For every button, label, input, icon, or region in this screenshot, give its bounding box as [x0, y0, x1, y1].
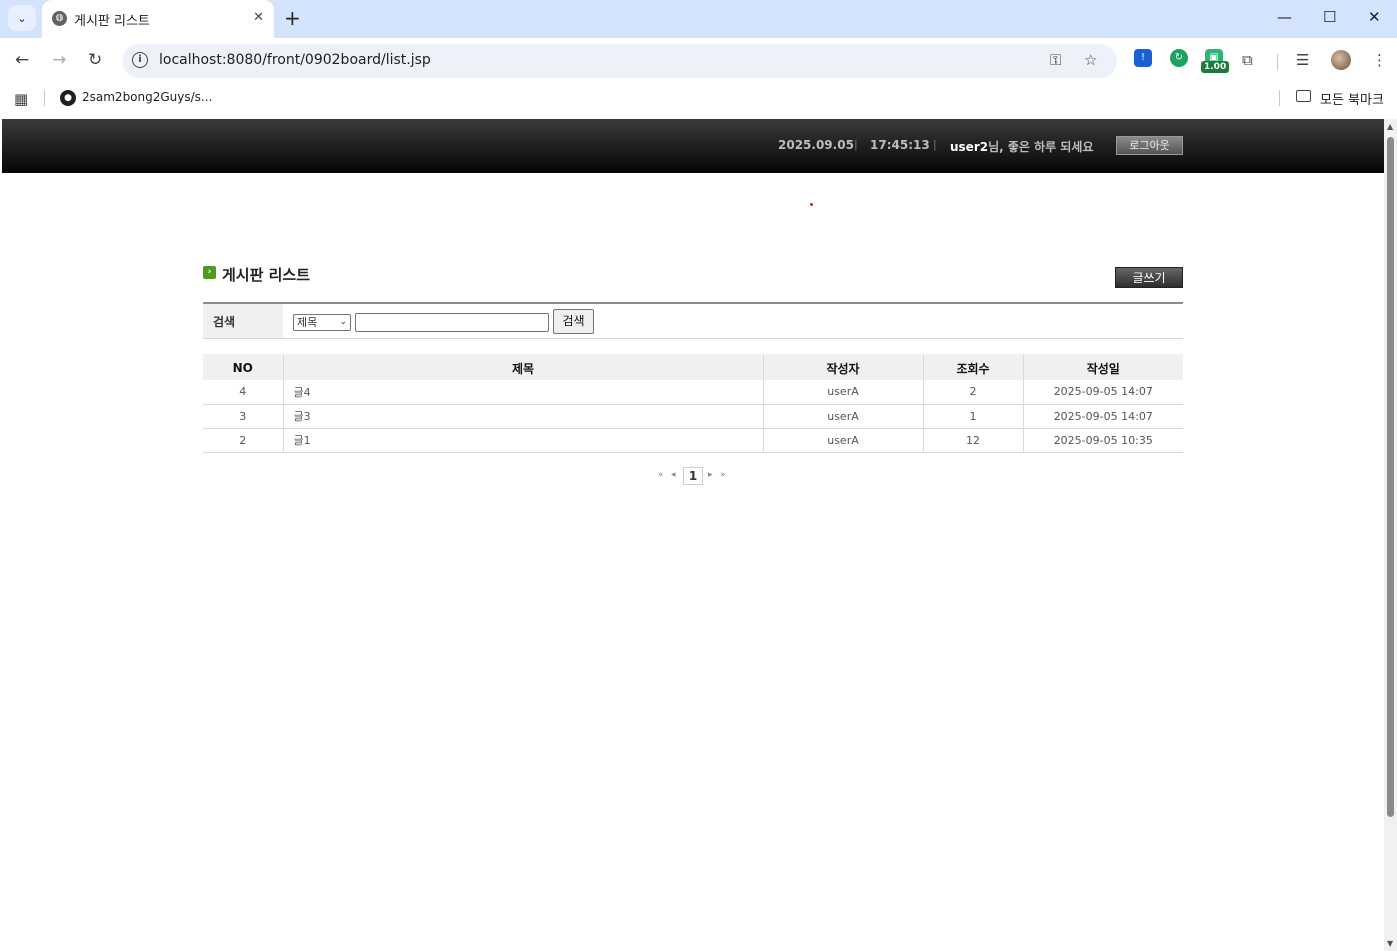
- tab-search-chevron-icon[interactable]: ⌄: [8, 5, 36, 31]
- row-title-link[interactable]: 글4: [282, 380, 763, 405]
- browser-tab-strip: ⌄ ◍ 게시판 리스트 ✕ + — ☐ ✕: [0, 0, 1397, 38]
- browser-tab-active[interactable]: ◍ 게시판 리스트 ✕: [42, 0, 274, 38]
- browser-toolbar: ← → ↻ i localhost:8080/front/0902board/l…: [0, 38, 1397, 84]
- row-no: 4: [203, 380, 283, 405]
- site-info-icon[interactable]: i: [132, 52, 148, 68]
- row-no: 3: [203, 404, 283, 429]
- search-input[interactable]: [355, 313, 549, 332]
- header-greeting-text: 님, 좋은 하루 되세요: [988, 140, 1094, 154]
- globe-icon: ◍: [52, 11, 67, 26]
- column-header-date: 작성일: [1022, 354, 1183, 380]
- bookmarks-divider: [44, 90, 45, 106]
- page-title: 게시판 리스트: [222, 266, 311, 284]
- header-username: user2: [950, 140, 989, 154]
- toolbar-divider: [1277, 54, 1278, 70]
- scroll-down-arrow-icon[interactable]: ▼: [1387, 939, 1393, 948]
- row-title-link[interactable]: 글3: [282, 404, 763, 429]
- scroll-up-arrow-icon[interactable]: ▲: [1387, 122, 1393, 131]
- row-date: 2025-09-05 14:07: [1022, 380, 1183, 405]
- header-separator: |: [854, 138, 858, 151]
- table-header-row: NO 제목 작성자 조회수 작성일: [203, 354, 1183, 380]
- board-table: NO 제목 작성자 조회수 작성일 4 글4 userA 2 2025-09-0…: [203, 354, 1183, 453]
- bookmarks-bar: ▦ ● 2sam2bong2Guys/s... 모든 북마크: [0, 84, 1397, 112]
- forward-arrow-icon[interactable]: →: [52, 50, 66, 70]
- table-row: 4 글4 userA 2 2025-09-05 14:07: [203, 380, 1183, 405]
- profile-avatar[interactable]: [1331, 50, 1351, 70]
- maximize-window-icon[interactable]: ☐: [1323, 8, 1336, 26]
- row-views: 1: [922, 404, 1023, 429]
- header-greeting: user2님, 좋은 하루 되세요: [950, 138, 1094, 155]
- search-bar: 검색 제목 ⌄ 검색: [203, 302, 1183, 339]
- column-header-no: NO: [203, 354, 283, 380]
- address-url[interactable]: localhost:8080/front/0902board/list.jsp: [159, 52, 431, 68]
- chevron-down-icon: ⌄: [339, 317, 347, 327]
- row-no: 2: [203, 428, 283, 453]
- row-views: 2: [922, 380, 1023, 405]
- last-page-icon[interactable]: »: [720, 470, 726, 480]
- row-date: 2025-09-05 14:07: [1022, 404, 1183, 429]
- media-queue-icon[interactable]: ☰: [1296, 51, 1309, 69]
- page-number-current[interactable]: 1: [683, 467, 703, 485]
- red-dot-marker: [810, 203, 813, 206]
- search-field-selected: 제목: [297, 316, 318, 329]
- column-header-author: 작성자: [762, 354, 923, 380]
- close-window-icon[interactable]: ✕: [1368, 8, 1381, 26]
- row-author: userA: [762, 380, 923, 405]
- back-arrow-icon[interactable]: ←: [15, 50, 29, 70]
- row-author: userA: [762, 404, 923, 429]
- bookmark-star-icon[interactable]: ☆: [1084, 51, 1097, 69]
- new-tab-plus-icon[interactable]: +: [284, 6, 301, 30]
- table-row: 2 글1 userA 12 2025-09-05 10:35: [203, 428, 1183, 453]
- tab-title: 게시판 리스트: [74, 14, 150, 29]
- logout-button[interactable]: 로그아웃: [1116, 136, 1183, 155]
- header-time: 17:45:13: [870, 138, 930, 152]
- row-title-link[interactable]: 글1: [282, 428, 763, 453]
- reload-icon[interactable]: ↻: [88, 50, 102, 70]
- github-icon[interactable]: ●: [60, 90, 76, 106]
- shield-extension-icon[interactable]: !: [1134, 49, 1152, 67]
- write-post-button[interactable]: 글쓰기: [1115, 267, 1183, 288]
- row-views: 12: [922, 428, 1023, 453]
- folder-icon[interactable]: [1296, 90, 1311, 102]
- all-bookmarks-link[interactable]: 모든 북마크: [1320, 89, 1384, 108]
- header-separator: |: [933, 138, 937, 151]
- search-button[interactable]: 검색: [553, 309, 594, 334]
- address-bar[interactable]: i localhost:8080/front/0902board/list.js…: [122, 44, 1117, 78]
- minimize-window-icon[interactable]: —: [1277, 8, 1292, 26]
- site-header-bar: 2025.09.05 | 17:45:13 | user2님, 좋은 하루 되세…: [2, 119, 1384, 173]
- extensions-puzzle-icon[interactable]: ⧉: [1242, 51, 1253, 69]
- extension-badge: 1.00: [1201, 61, 1230, 73]
- column-header-title: 제목: [282, 354, 763, 380]
- close-tab-icon[interactable]: ✕: [253, 10, 264, 25]
- next-page-icon[interactable]: ▸: [708, 470, 713, 480]
- page-scrollbar[interactable]: ▲ ▼: [1384, 119, 1397, 951]
- bookmark-github-repo[interactable]: 2sam2bong2Guys/s...: [82, 90, 212, 104]
- more-menu-icon[interactable]: ⋮: [1372, 51, 1387, 69]
- page-viewport: 2025.09.05 | 17:45:13 | user2님, 좋은 하루 되세…: [2, 119, 1384, 951]
- row-author: userA: [762, 428, 923, 453]
- search-label: 검색: [213, 315, 236, 329]
- scrollbar-thumb[interactable]: [1387, 137, 1394, 817]
- first-page-icon[interactable]: «: [658, 470, 664, 480]
- prev-page-icon[interactable]: ◂: [671, 470, 676, 480]
- row-date: 2025-09-05 10:35: [1022, 428, 1183, 453]
- password-key-icon[interactable]: ⚿: [1050, 51, 1061, 69]
- table-row: 3 글3 userA 1 2025-09-05 14:07: [203, 404, 1183, 429]
- pagination: « ◂ 1 ▸ »: [658, 467, 738, 485]
- search-label-cell: 검색: [203, 304, 283, 338]
- title-bullet-icon: ›: [203, 266, 216, 279]
- header-date: 2025.09.05: [778, 138, 854, 152]
- search-field-select[interactable]: 제목 ⌄: [293, 314, 351, 331]
- column-header-views: 조회수: [922, 354, 1023, 380]
- bookmarks-divider-right: [1279, 90, 1280, 106]
- apps-grid-icon[interactable]: ▦: [14, 90, 28, 108]
- sync-extension-icon[interactable]: ↻: [1170, 49, 1188, 67]
